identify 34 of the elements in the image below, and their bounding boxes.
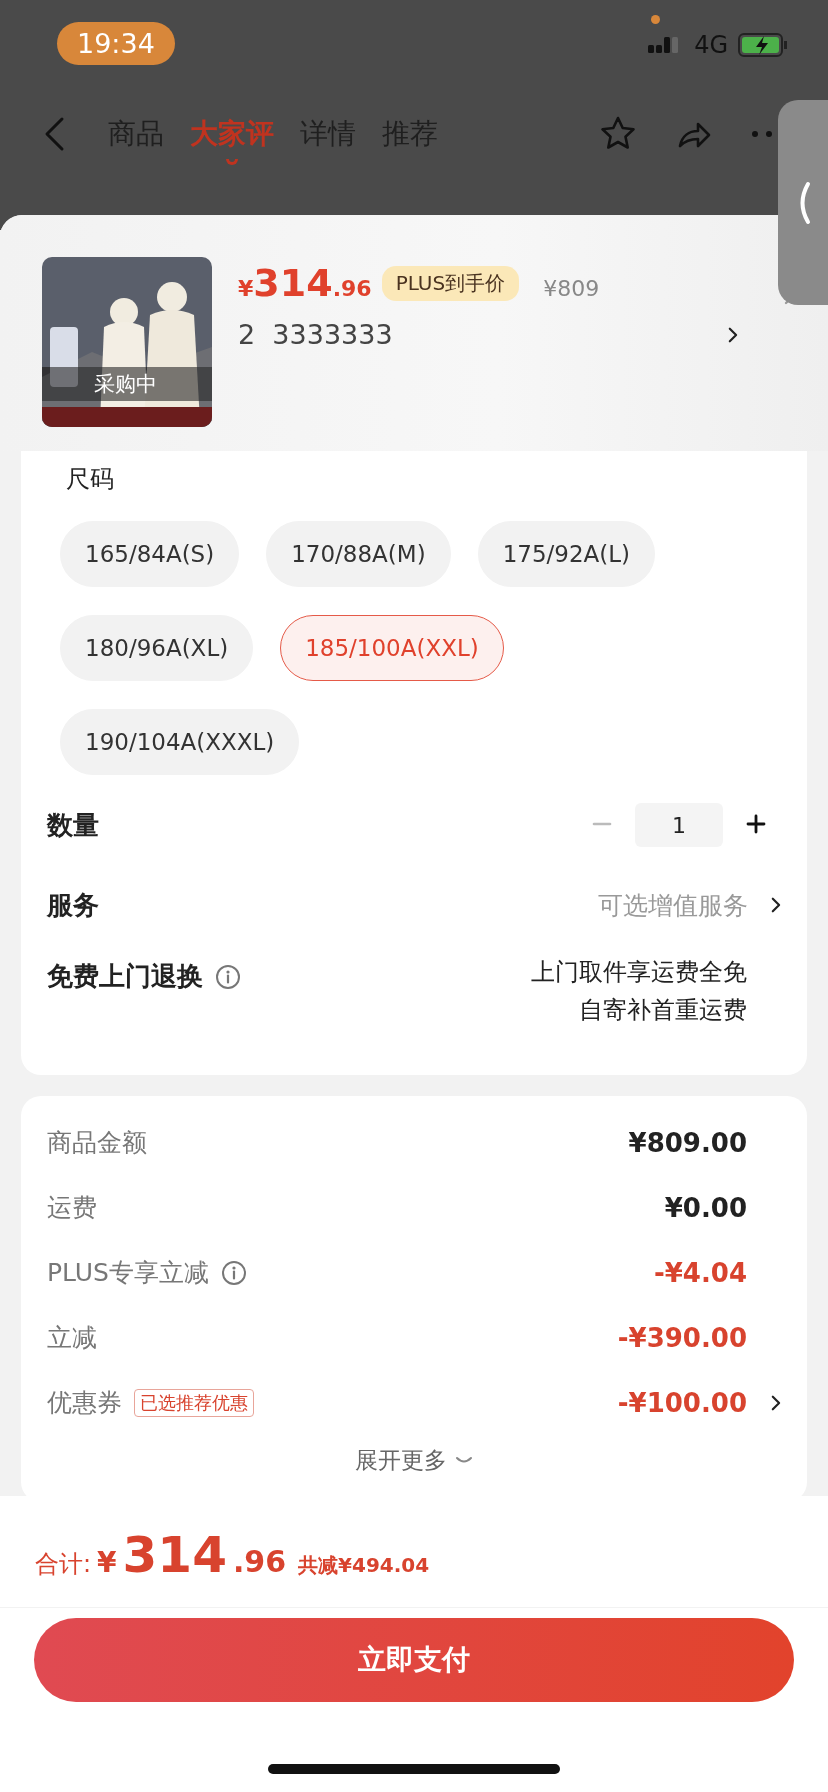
summary-value: -¥390.00 — [617, 1322, 747, 1353]
price-badge: PLUS到手价 — [381, 265, 520, 301]
summary-value: -¥100.00 — [617, 1387, 747, 1418]
size-option[interactable]: 170/88A(M) — [266, 521, 451, 587]
size-option[interactable]: 185/100A(XXL) — [280, 615, 504, 681]
size-option[interactable]: 180/96A(XL) — [60, 615, 254, 681]
image-badge: 采购中 — [42, 367, 212, 401]
summary-label: 商品金额 — [47, 1127, 147, 1159]
return-note: 上门取件享运费全免 — [531, 957, 747, 988]
summary-value: ¥0.00 — [664, 1192, 747, 1223]
total-price: 合计: ¥314.96 共减¥494.04 — [0, 1496, 828, 1608]
return-label: 免费上门退换 — [47, 960, 203, 993]
summary-label: 立减 — [47, 1322, 97, 1354]
summary-label: 优惠券 — [47, 1387, 122, 1419]
quantity-label: 数量 — [47, 808, 99, 842]
size-option[interactable]: 165/84A(S) — [60, 521, 240, 587]
summary-label: 运费 — [47, 1192, 97, 1224]
pay-button[interactable]: 立即支付 — [34, 1618, 794, 1702]
summary-label: PLUS专享立减 — [47, 1257, 209, 1289]
expand-link[interactable]: 展开更多 — [355, 1445, 447, 1476]
price: ¥314.96 — [238, 261, 372, 305]
selected-spec: 2 3333333 — [238, 319, 393, 350]
size-option[interactable]: 190/104A(XXXL) — [60, 709, 300, 775]
original-price: ¥809 — [543, 276, 600, 301]
return-note: 自寄补首重运费 — [578, 995, 747, 1026]
summary-value: -¥4.04 — [653, 1257, 747, 1288]
section-title: 尺码 — [66, 464, 115, 495]
service-label: 服务 — [47, 888, 99, 922]
quantity-field[interactable]: 1 — [635, 803, 723, 847]
coupon-tag: 已选推荐优惠 — [134, 1388, 254, 1417]
network-label: 4G — [694, 31, 728, 59]
size-option[interactable]: 175/92A(L) — [477, 521, 656, 587]
summary-value: ¥809.00 — [628, 1127, 747, 1158]
status-time: 19:34 — [57, 21, 175, 65]
